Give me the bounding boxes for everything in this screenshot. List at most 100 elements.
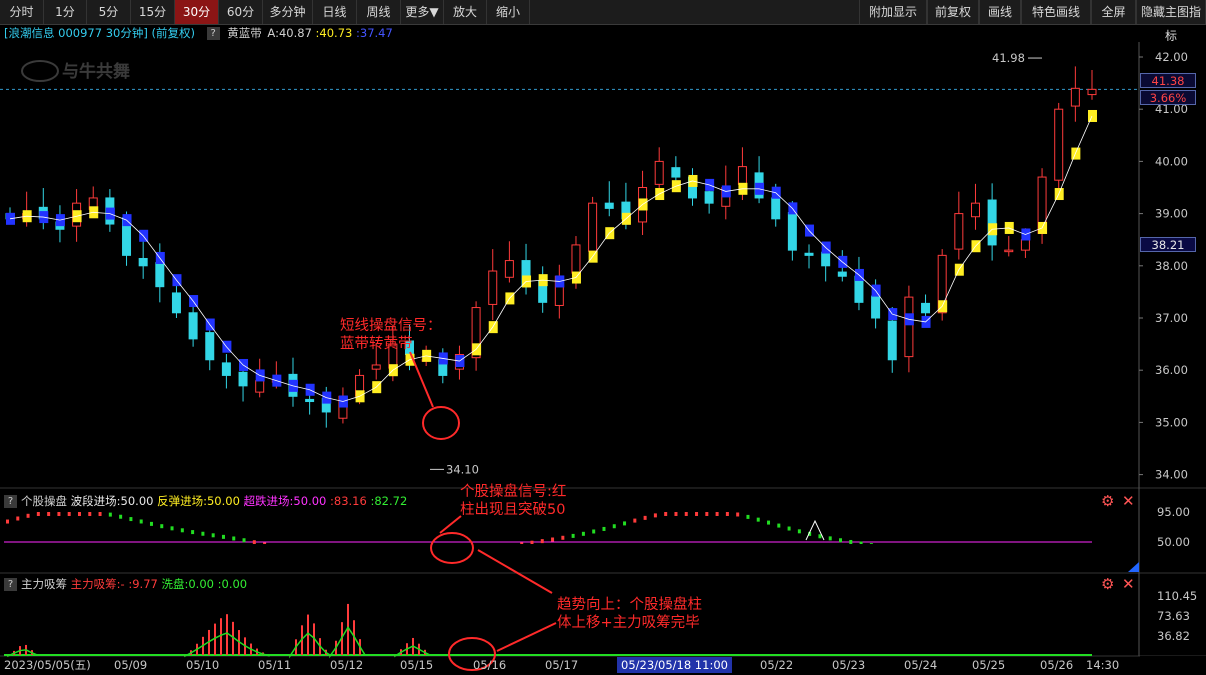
panel1-bar xyxy=(520,542,524,544)
panel1-bar xyxy=(129,517,133,522)
panel2-l2: :9.77 xyxy=(128,577,158,591)
price-label: 42.00 xyxy=(1155,50,1188,64)
panel1-bar xyxy=(725,512,729,516)
price-label: 40.00 xyxy=(1155,154,1188,168)
panel1-bar xyxy=(684,512,688,516)
panel1-bar xyxy=(530,540,534,544)
band-block xyxy=(588,250,598,263)
annotation-arrow xyxy=(439,515,462,534)
candle xyxy=(571,244,581,274)
candle xyxy=(654,160,664,185)
panel1-bar xyxy=(561,535,565,540)
help-icon[interactable]: ? xyxy=(4,578,17,591)
panel1-bar xyxy=(149,521,153,526)
candle xyxy=(588,202,598,252)
candle xyxy=(904,296,914,358)
panel1-bar xyxy=(551,537,555,542)
panel1-bar xyxy=(818,534,822,539)
candle xyxy=(787,212,797,251)
close-icon[interactable]: ✕ xyxy=(1122,577,1135,592)
panel1-bar xyxy=(211,533,215,538)
panel1-title: 个股操盘 xyxy=(21,494,67,508)
date-first: 2023/05/05(五) xyxy=(4,658,91,672)
band-block xyxy=(488,321,498,334)
panel1-bar xyxy=(746,514,750,519)
panel1-bar xyxy=(715,512,719,516)
chart-canvas[interactable]: 42.0041.0040.0039.0038.0037.0036.0035.00… xyxy=(0,0,1206,675)
help-icon[interactable]: ? xyxy=(4,495,17,508)
panel1-bar xyxy=(221,534,225,539)
close-icon[interactable]: ✕ xyxy=(1122,494,1135,509)
candle xyxy=(737,166,747,185)
price-label: 34.00 xyxy=(1155,468,1188,482)
band-block xyxy=(1038,221,1048,234)
high-mark: 41.98 xyxy=(992,51,1025,65)
price-label: 39.00 xyxy=(1155,207,1188,221)
panel1-bar xyxy=(602,526,606,531)
panel1-axis-label: 50.00 xyxy=(1157,535,1190,549)
panel1-bar xyxy=(201,531,205,536)
band-block xyxy=(1071,147,1081,160)
panel1-bar xyxy=(36,512,40,516)
panel1-bar xyxy=(242,538,246,543)
panel1-bar xyxy=(777,523,781,528)
panel1-bar xyxy=(26,513,30,518)
panel1-bar xyxy=(170,526,174,531)
panel1-bar xyxy=(653,513,657,518)
date-label: 05/17 xyxy=(545,658,579,672)
candle xyxy=(1004,249,1014,253)
panel1-bar xyxy=(119,514,123,519)
panel1-bar xyxy=(571,533,575,538)
panel1-bar xyxy=(869,543,873,544)
panel1-l5: :82.72 xyxy=(370,494,408,508)
panel2-axis-label: 36.82 xyxy=(1157,629,1190,643)
panel1-l1: 波段进场:50.00 xyxy=(70,494,154,508)
annotation-circle xyxy=(422,406,460,440)
annotation-trend-up: 趋势向上：个股操盘柱 体上移+主力吸筹完毕 xyxy=(557,597,702,631)
panel1-bar xyxy=(592,529,596,534)
panel1-bar xyxy=(859,541,863,544)
date-cursor: 05/23/05/18 11:00 xyxy=(617,657,732,673)
panel1-bar xyxy=(252,540,256,544)
price-label: 35.00 xyxy=(1155,415,1188,429)
panel1-bar xyxy=(16,516,20,521)
panel1-bar xyxy=(191,530,195,535)
date-label: 05/25 xyxy=(972,658,1006,672)
date-last: 14:30 xyxy=(1086,658,1120,672)
candle xyxy=(1020,239,1030,251)
candle xyxy=(504,260,514,278)
candle xyxy=(970,202,980,218)
candle xyxy=(371,364,381,370)
candle xyxy=(671,167,681,178)
annotation-short-signal: 短线操盘信号： 蓝带转黄带 xyxy=(340,318,442,352)
panel1-bar xyxy=(67,512,71,516)
candle xyxy=(1087,88,1097,96)
candle xyxy=(255,380,265,393)
candle xyxy=(221,362,231,376)
candle xyxy=(821,251,831,267)
gear-icon[interactable]: ⚙ xyxy=(1101,577,1114,592)
panel1-bar xyxy=(674,512,678,516)
band-line xyxy=(9,115,1093,402)
gear-icon[interactable]: ⚙ xyxy=(1101,494,1114,509)
band-block xyxy=(938,300,948,313)
panel1-bar xyxy=(581,531,585,536)
candle xyxy=(305,398,315,403)
candle xyxy=(954,213,964,250)
panel1-bar xyxy=(98,512,102,516)
panel1-bar xyxy=(756,517,760,522)
candle xyxy=(871,295,881,319)
panel1-bar xyxy=(77,512,81,516)
cursor-price-tag: 38.21 xyxy=(1140,237,1196,252)
date-label: 05/11 xyxy=(258,658,292,672)
panel1-bar xyxy=(47,512,51,516)
panel1-bar xyxy=(139,519,143,524)
panel2-l1: 主力吸筹:- xyxy=(70,577,125,591)
date-label: 05/12 xyxy=(330,658,364,672)
candle xyxy=(205,332,215,361)
panel1-bar xyxy=(664,512,668,516)
panel1-bar xyxy=(705,512,709,516)
candle xyxy=(171,292,181,314)
candle xyxy=(488,270,498,305)
price-label: 38.00 xyxy=(1155,259,1188,273)
